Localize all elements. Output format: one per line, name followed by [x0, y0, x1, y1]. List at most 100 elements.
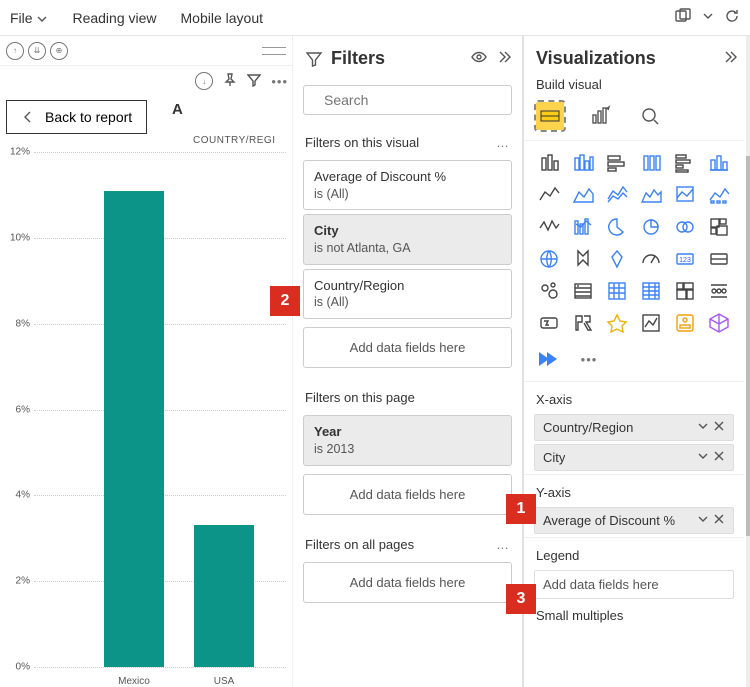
more-icon[interactable]: … [496, 537, 510, 552]
viz-type-icon[interactable] [534, 181, 564, 209]
viz-type-icon[interactable] [602, 277, 632, 305]
viz-type-icon[interactable] [568, 181, 598, 209]
field-well-item[interactable]: Country/Region [534, 414, 734, 441]
filters-all-dropzone[interactable]: Add data fields here [303, 562, 512, 603]
viz-type-icon[interactable] [704, 149, 734, 177]
remove-field-icon[interactable] [713, 513, 725, 528]
drill-down-icon[interactable]: ⇊ [28, 42, 46, 60]
viz-type-icon[interactable] [534, 213, 564, 241]
viz-header: Visualizations [524, 36, 744, 75]
filter-card[interactable]: Average of Discount %is (All) [303, 160, 512, 210]
y-tick-label: 4% [16, 490, 30, 501]
chevron-down-icon[interactable] [697, 450, 709, 465]
build-visual-tab[interactable] [536, 102, 564, 130]
filters-page-dropzone[interactable]: Add data fields here [303, 474, 512, 515]
viz-type-icon[interactable] [670, 309, 700, 337]
search-input[interactable] [324, 92, 505, 108]
persist-icon[interactable] [674, 7, 692, 28]
viz-type-icon[interactable] [568, 213, 598, 241]
filter-card-title: Year [314, 423, 501, 441]
viz-type-icon[interactable] [670, 181, 700, 209]
viz-type-icon[interactable] [704, 181, 734, 209]
legend-dropzone[interactable]: Add data fields here [534, 570, 734, 599]
viz-type-icon[interactable] [636, 149, 666, 177]
analytics-tab[interactable] [636, 102, 664, 130]
x-tick-label: USA [194, 676, 254, 687]
viz-type-icon[interactable] [534, 149, 564, 177]
viz-type-icon[interactable] [602, 245, 632, 273]
viz-type-icon[interactable] [534, 277, 564, 305]
viz-type-icon[interactable] [568, 245, 598, 273]
viz-type-icon[interactable] [704, 309, 734, 337]
chevron-down-icon[interactable] [697, 513, 709, 528]
drill-action-icon[interactable]: ↓ [195, 72, 213, 90]
filter-icon[interactable] [247, 73, 261, 90]
viz-type-icon[interactable]: 123 [670, 245, 700, 273]
menubar-right-icons [674, 7, 740, 28]
viz-type-icon[interactable] [704, 213, 734, 241]
viz-type-icon[interactable] [704, 245, 734, 273]
filters-title: Filters [331, 48, 462, 69]
viz-type-icon[interactable] [636, 277, 666, 305]
viz-type-icon[interactable] [670, 213, 700, 241]
chart-bar[interactable] [104, 191, 164, 667]
viz-type-icon[interactable] [636, 245, 666, 273]
more-icon[interactable]: … [496, 135, 510, 150]
legend-label: Legend [524, 537, 744, 567]
pin-icon[interactable] [223, 73, 237, 90]
grid-line [34, 152, 286, 153]
viz-type-icon[interactable] [534, 309, 564, 337]
drill-up-icon[interactable]: ↑ [6, 42, 24, 60]
expand-right-icon[interactable] [496, 49, 512, 68]
viz-type-icon[interactable] [568, 149, 598, 177]
filter-card[interactable]: Yearis 2013 [303, 415, 512, 465]
visual-header-toolbar: ↑ ⇊ ⊕ [0, 36, 292, 66]
viz-type-icon[interactable] [636, 181, 666, 209]
viz-type-icon[interactable] [568, 309, 598, 337]
viz-type-icon[interactable] [636, 309, 666, 337]
field-well-item[interactable]: City [534, 444, 734, 471]
filter-card[interactable]: Cityis not Atlanta, GA [303, 214, 512, 264]
viz-type-icon[interactable] [602, 213, 632, 241]
chevron-down-icon [36, 13, 48, 25]
filter-card[interactable]: Country/Regionis (All) [303, 269, 512, 319]
viz-type-icon[interactable] [568, 277, 598, 305]
y-axis: 0%2%4%6%8%10%12% [0, 146, 34, 667]
viz-icon-power-automate[interactable] [534, 345, 564, 373]
drag-handle[interactable] [262, 47, 286, 55]
more-icon[interactable]: ••• [271, 74, 288, 89]
eye-icon[interactable] [470, 48, 488, 69]
field-well-item[interactable]: Average of Discount % [534, 507, 734, 534]
viz-type-icon[interactable] [534, 245, 564, 273]
menu-reading-view[interactable]: Reading view [72, 10, 156, 26]
viz-build-label: Build visual [524, 75, 744, 98]
menu-file[interactable]: File [10, 10, 48, 26]
y-tick-label: 6% [16, 404, 30, 415]
refresh-icon[interactable] [724, 8, 740, 27]
chart-title-fragment: A [172, 101, 183, 118]
chart-bar[interactable] [194, 525, 254, 667]
viz-type-icon[interactable] [602, 181, 632, 209]
viz-type-icon[interactable] [704, 277, 734, 305]
format-visual-tab[interactable] [586, 102, 614, 130]
callout-2: 2 [270, 286, 300, 316]
filters-visual-dropzone[interactable]: Add data fields here [303, 327, 512, 368]
viz-more-icon[interactable]: ••• [574, 345, 604, 373]
viz-scrollbar-thumb[interactable] [746, 156, 750, 536]
viz-type-icon[interactable] [602, 309, 632, 337]
viz-type-icon[interactable] [602, 149, 632, 177]
expand-icon[interactable]: ⊕ [50, 42, 68, 60]
back-to-report-button[interactable]: Back to report [6, 100, 147, 134]
filters-search[interactable] [303, 85, 512, 115]
viz-scrollbar[interactable] [746, 36, 750, 687]
viz-type-icon[interactable] [670, 149, 700, 177]
remove-field-icon[interactable] [713, 450, 725, 465]
viz-type-icon[interactable] [636, 213, 666, 241]
viz-type-icon[interactable] [670, 277, 700, 305]
chevron-down-icon[interactable] [702, 10, 714, 25]
menu-mobile-layout[interactable]: Mobile layout [181, 10, 264, 26]
chevron-down-icon[interactable] [697, 420, 709, 435]
remove-field-icon[interactable] [713, 420, 725, 435]
x-tick-label: Mexico [104, 676, 164, 687]
expand-right-icon[interactable] [722, 49, 738, 68]
